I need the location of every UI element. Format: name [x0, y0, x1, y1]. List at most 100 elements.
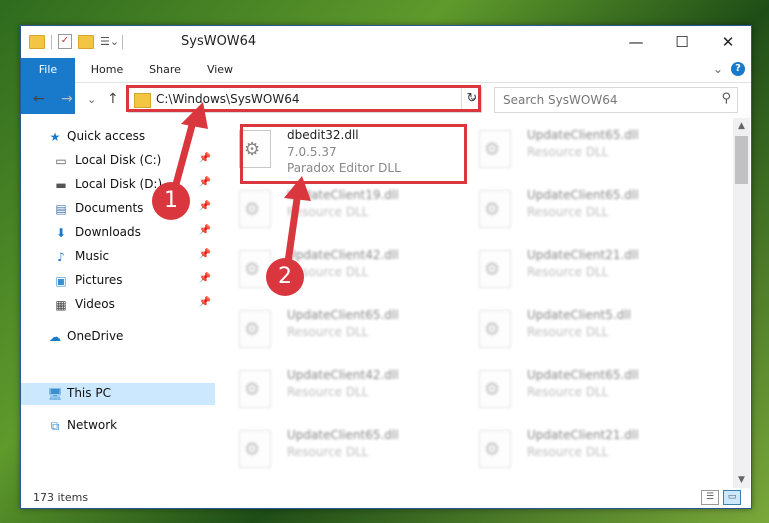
dll-file-icon: ⚙ [479, 130, 511, 168]
file-name: UpdateClient19.dll [287, 188, 399, 202]
navigation-pane: ★ Quick access ▭ Local Disk (C:) 📌 ▬ Loc… [21, 118, 215, 488]
pin-icon[interactable]: 📌 [199, 177, 211, 188]
pin-icon[interactable]: 📌 [199, 249, 211, 260]
file-item[interactable]: ⚙ UpdateClient42.dll Resource DLL [225, 244, 455, 300]
gear-icon: ⚙ [484, 439, 501, 460]
pin-icon[interactable]: 📌 [199, 225, 211, 236]
vertical-scrollbar[interactable]: ▲ ▼ [733, 118, 750, 488]
computer-icon: 🖥 [47, 387, 63, 401]
file-highlight-box [240, 124, 467, 184]
window-title: SysWOW64 [181, 34, 257, 49]
ribbon-tabs: File Home Share View ⌄ ? [21, 58, 751, 114]
file-item[interactable]: ⚙ UpdateClient5.dll Resource DLL [465, 304, 695, 360]
tab-view[interactable]: View [197, 58, 243, 82]
file-item[interactable]: ⚙ UpdateClient42.dll Resource DLL [225, 364, 455, 420]
sidebar-item-pictures[interactable]: ▣ Pictures 📌 [21, 270, 215, 292]
sidebar-item-downloads[interactable]: ⬇ Downloads 📌 [21, 222, 215, 244]
maximize-button[interactable]: ☐ [659, 26, 705, 58]
file-item[interactable]: ⚙ UpdateClient21.dll Resource DLL [465, 424, 695, 480]
sidebar-item-label: Pictures [75, 273, 123, 287]
item-count: 173 items [33, 491, 89, 504]
file-name: UpdateClient5.dll [527, 308, 631, 322]
quick-access-toolbar: ✓ ☰⌄ [29, 34, 123, 49]
scroll-down-icon[interactable]: ▼ [733, 472, 750, 488]
search-input[interactable]: Search SysWOW64 ⚲ [494, 87, 738, 113]
documents-icon: ▤ [55, 202, 67, 216]
back-button[interactable]: ← [33, 91, 45, 107]
details-view-icon[interactable]: ☰ [701, 490, 719, 505]
dll-file-icon: ⚙ [479, 250, 511, 288]
sidebar-item-label: Network [67, 418, 118, 432]
help-icon[interactable]: ? [731, 62, 745, 76]
pin-icon[interactable]: 📌 [199, 201, 211, 212]
pin-icon[interactable]: 📌 [199, 153, 211, 164]
up-button[interactable]: ↑ [107, 91, 119, 107]
sidebar-item-this-pc[interactable]: 🖥 This PC [21, 383, 215, 405]
dll-file-icon: ⚙ [239, 310, 271, 348]
search-icon[interactable]: ⚲ [721, 91, 731, 106]
forward-button[interactable]: → [61, 91, 73, 107]
sidebar-item-label: Local Disk (D:) [75, 177, 163, 191]
file-item[interactable]: ⚙ UpdateClient21.dll Resource DLL [465, 244, 695, 300]
file-explorer-window: ✓ ☰⌄ SysWOW64 — ☐ ✕ File Home Share View… [20, 25, 752, 509]
sidebar-item-label: This PC [67, 386, 111, 400]
gear-icon: ⚙ [244, 319, 261, 340]
pin-icon[interactable]: 📌 [199, 273, 211, 284]
sidebar-item-music[interactable]: ♪ Music 📌 [21, 246, 215, 268]
file-item[interactable]: ⚙ UpdateClient65.dll Resource DLL [225, 304, 455, 360]
file-name: UpdateClient65.dll [527, 188, 639, 202]
recent-locations-button[interactable]: ⌄ [87, 93, 96, 106]
pin-icon[interactable]: 📌 [199, 297, 211, 308]
file-description: Resource DLL [527, 325, 609, 339]
ribbon-collapse-icon[interactable]: ⌄ [713, 62, 723, 76]
folder-icon[interactable] [29, 34, 45, 49]
file-item[interactable]: ⚙ UpdateClient19.dll Resource DLL [225, 184, 455, 240]
file-description: Resource DLL [287, 385, 369, 399]
file-name: UpdateClient65.dll [527, 128, 639, 142]
scroll-up-icon[interactable]: ▲ [733, 118, 750, 134]
address-highlight-box [126, 85, 481, 112]
file-description: Resource DLL [527, 385, 609, 399]
new-folder-icon[interactable] [78, 34, 94, 49]
file-description: Resource DLL [287, 325, 369, 339]
file-description: Resource DLL [527, 205, 609, 219]
gear-icon: ⚙ [244, 259, 261, 280]
drive-icon: ▭ [55, 154, 67, 168]
minimize-button[interactable]: — [613, 26, 659, 58]
sidebar-item-quick-access[interactable]: ★ Quick access [21, 126, 215, 148]
star-icon: ★ [49, 130, 61, 144]
gear-icon: ⚙ [484, 199, 501, 220]
sidebar-item-videos[interactable]: ▦ Videos 📌 [21, 294, 215, 316]
sidebar-item-network[interactable]: ⧉ Network [21, 415, 215, 437]
file-description: Resource DLL [527, 145, 609, 159]
sidebar-item-label: Local Disk (C:) [75, 153, 162, 167]
large-icons-view-icon[interactable]: ▭ [723, 490, 741, 505]
sidebar-item-label: Music [75, 249, 110, 263]
step-badge-1: 1 [152, 182, 190, 220]
title-bar: ✓ ☰⌄ SysWOW64 — ☐ ✕ [21, 26, 751, 58]
dll-file-icon: ⚙ [479, 310, 511, 348]
search-placeholder: Search SysWOW64 [503, 93, 618, 107]
sidebar-item-local-disk-c[interactable]: ▭ Local Disk (C:) 📌 [21, 150, 215, 172]
file-item[interactable]: ⚙ UpdateClient65.dll Resource DLL [465, 364, 695, 420]
gear-icon: ⚙ [484, 259, 501, 280]
properties-check-icon[interactable]: ✓ [58, 34, 72, 49]
file-description: Resource DLL [527, 445, 609, 459]
dll-file-icon: ⚙ [479, 190, 511, 228]
file-item[interactable]: ⚙ UpdateClient65.dll Resource DLL [465, 184, 695, 240]
download-icon: ⬇ [55, 226, 67, 240]
music-icon: ♪ [57, 250, 65, 264]
file-item[interactable]: ⚙ UpdateClient65.dll Resource DLL [225, 424, 455, 480]
close-button[interactable]: ✕ [705, 26, 751, 58]
scrollbar-thumb[interactable] [735, 136, 748, 184]
file-item[interactable]: ⚙ UpdateClient65.dll Resource DLL [465, 124, 695, 180]
file-name: UpdateClient65.dll [287, 308, 399, 322]
customize-toolbar-icon[interactable]: ☰⌄ [100, 35, 119, 48]
file-description: Resource DLL [287, 445, 369, 459]
sidebar-item-label: Downloads [75, 225, 141, 239]
dll-file-icon: ⚙ [479, 430, 511, 468]
tab-home[interactable]: Home [83, 58, 131, 82]
sidebar-item-label: Videos [75, 297, 115, 311]
tab-share[interactable]: Share [141, 58, 189, 82]
sidebar-item-onedrive[interactable]: ☁ OneDrive [21, 326, 215, 348]
